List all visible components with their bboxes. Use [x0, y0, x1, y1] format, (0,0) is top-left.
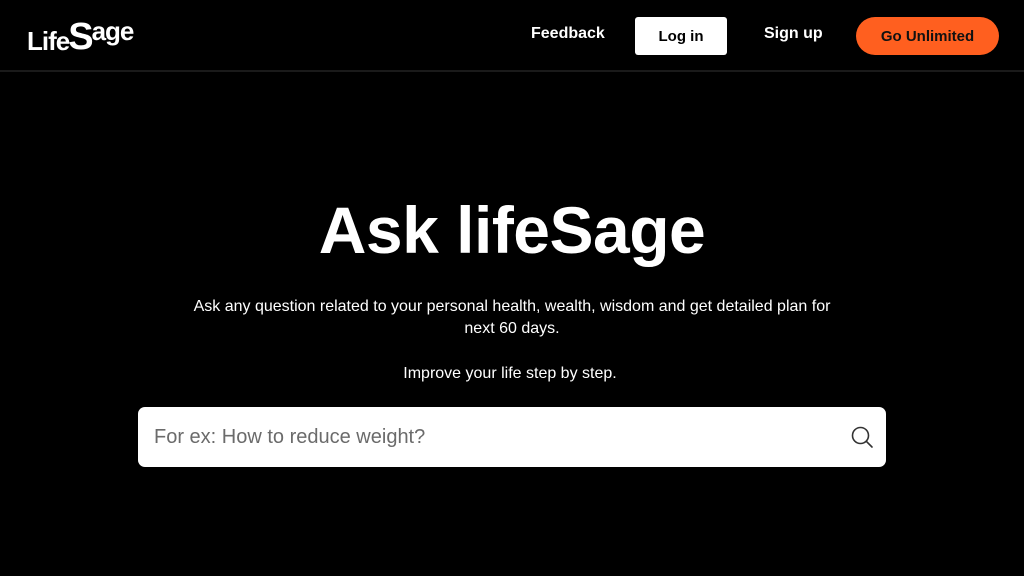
hero-description: Ask any question related to your persona… — [193, 298, 831, 337]
hero-subtitle: Improve your life step by step. — [403, 365, 617, 382]
search-input[interactable] — [154, 407, 834, 467]
feedback-link[interactable]: Feedback — [531, 24, 605, 44]
page: Life Sage Feedback Log in Sign up Go Unli… — [0, 0, 1024, 576]
logo-text-age: age — [91, 16, 135, 46]
signup-link[interactable]: Sign up — [764, 24, 823, 44]
logo-text-life: Life — [27, 26, 70, 56]
logo-text-s: S — [68, 16, 93, 58]
top-navbar: Life Sage Feedback Log in Sign up Go Unli… — [0, 0, 1024, 72]
go-unlimited-button[interactable]: Go Unlimited — [856, 17, 999, 55]
search-icon[interactable] — [850, 425, 874, 449]
search-box — [138, 407, 886, 467]
page-title: Ask lifeSage — [318, 193, 706, 267]
login-button[interactable]: Log in — [635, 17, 727, 55]
lifesage-logo[interactable]: Life Sage — [27, 14, 135, 58]
